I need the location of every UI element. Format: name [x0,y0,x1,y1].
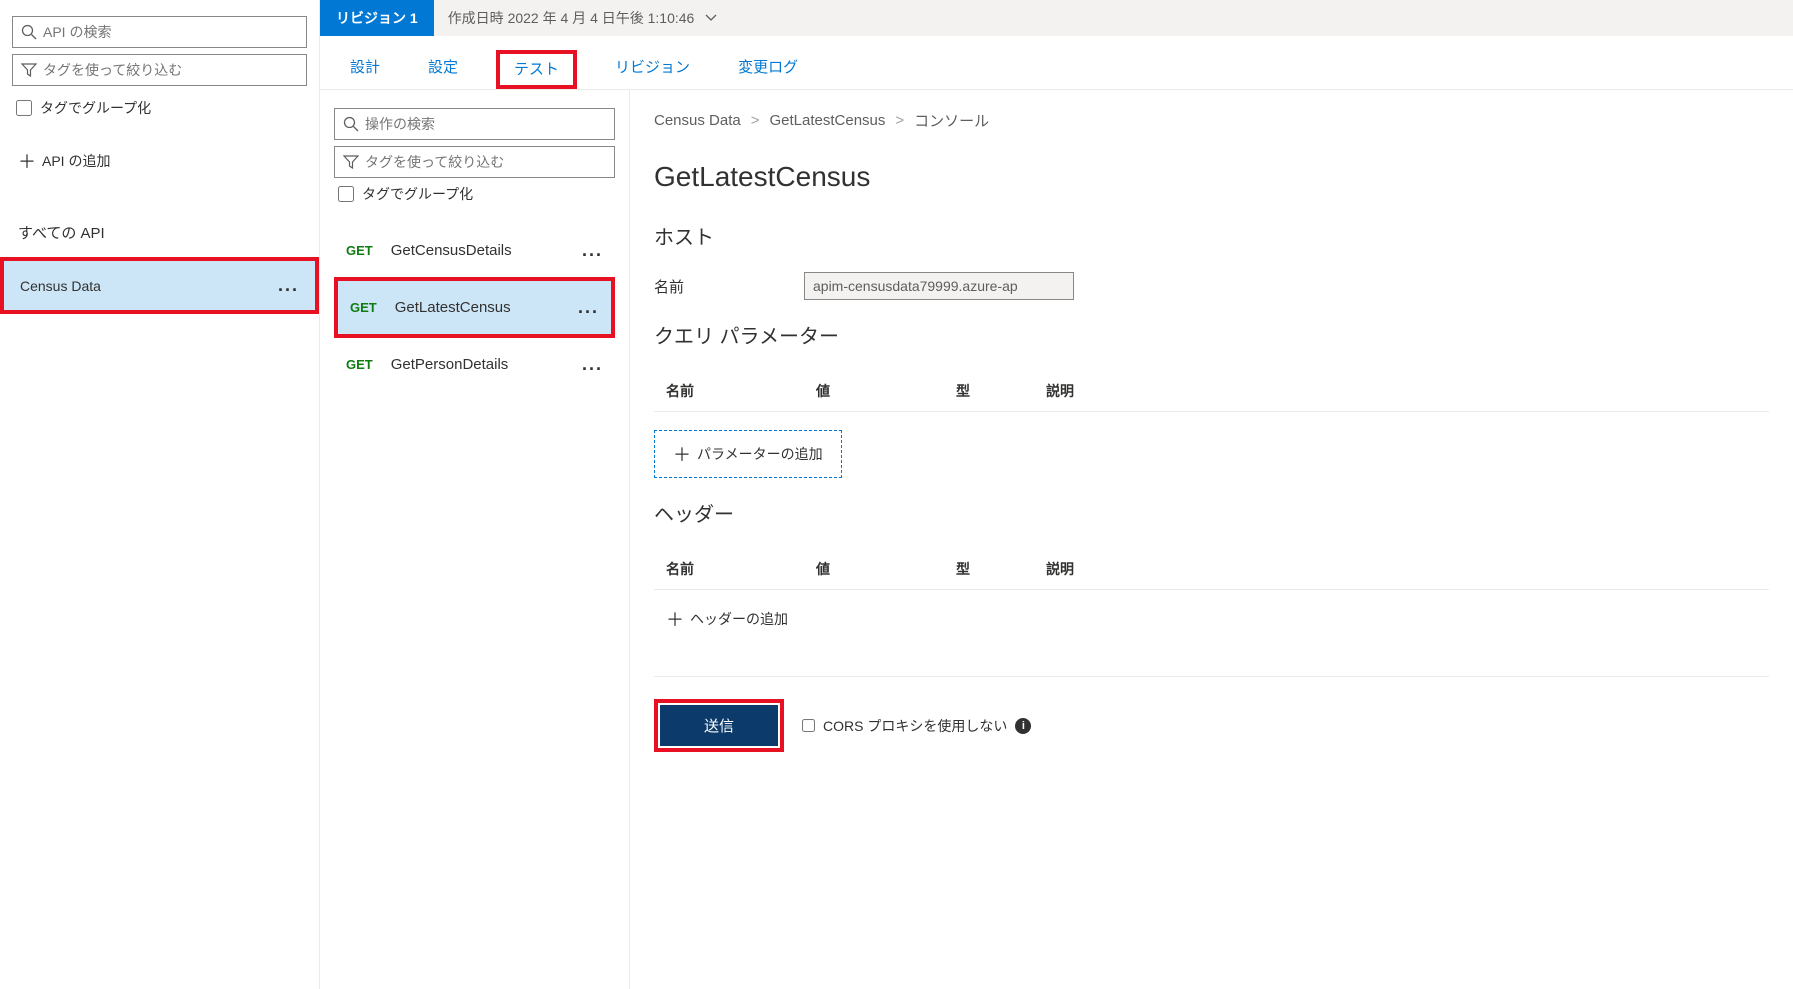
add-api-button[interactable]: ＋ API の追加 [12,138,307,184]
breadcrumb-leaf: コンソール [914,110,989,131]
send-highlight-wrap: 送信 [654,699,784,752]
breadcrumb-sep: > [751,112,760,129]
operation-name: GetCensusDetails [391,242,512,259]
ellipsis-icon[interactable]: ... [582,354,603,375]
add-header-button[interactable]: ＋ ヘッダーの追加 [654,590,1769,648]
content-row: タグでグループ化 GET GetCensusDetails ... GET Ge… [320,90,1793,989]
add-parameter-button[interactable]: ＋ パラメーターの追加 [654,430,842,478]
operation-search-input[interactable] [365,116,606,132]
api-item-label: Census Data [20,278,101,294]
col-type: 型 [956,381,1046,401]
operation-filter-box[interactable] [334,146,615,178]
method-badge: GET [346,243,373,258]
all-apis-label[interactable]: すべての API [12,214,307,257]
operation-item-getpersondetails[interactable]: GET GetPersonDetails ... [334,338,615,391]
host-name-value[interactable]: apim-censusdata79999.azure-ap [804,272,1074,300]
col-name: 名前 [666,559,816,579]
ellipsis-icon[interactable]: ... [278,275,299,296]
search-icon [21,24,37,40]
host-section-title: ホスト [654,221,1769,250]
send-button[interactable]: 送信 [660,705,778,746]
api-search-box[interactable] [12,16,307,48]
header-table-header: 名前 値 型 説明 [654,549,1769,590]
plus-icon: ＋ [666,606,682,632]
bottom-bar: 送信 CORS プロキシを使用しない i [654,676,1769,752]
operation-item-getcensusdetails[interactable]: GET GetCensusDetails ... [334,224,615,277]
group-by-tag-input[interactable] [16,100,32,116]
add-api-label: API の追加 [42,151,110,171]
breadcrumb: Census Data > GetLatestCensus > コンソール [654,110,1769,131]
op-group-by-tag-input[interactable] [338,186,354,202]
col-name: 名前 [666,381,816,401]
breadcrumb-api[interactable]: Census Data [654,112,741,129]
search-icon [343,116,359,132]
cors-checkbox[interactable] [802,719,815,732]
op-group-by-tag-label: タグでグループ化 [362,184,473,204]
header-section-title: ヘッダー [654,498,1769,527]
group-by-tag-checkbox[interactable]: タグでグループ化 [16,98,307,118]
chevron-down-icon [704,13,718,23]
col-desc: 説明 [1046,559,1757,579]
breadcrumb-sep: > [895,112,904,129]
operation-name: GetPersonDetails [391,356,509,373]
cors-label: CORS プロキシを使用しない [823,716,1007,736]
operation-item-getlatestcensus[interactable]: GET GetLatestCensus ... [334,277,615,338]
ellipsis-icon[interactable]: ... [578,297,599,318]
tab-design[interactable]: 設計 [340,50,390,89]
plus-icon: ＋ [18,148,34,174]
tab-settings[interactable]: 設定 [418,50,468,89]
tab-test[interactable]: テスト [496,50,577,89]
col-type: 型 [956,559,1046,579]
details-column: Census Data > GetLatestCensus > コンソール Ge… [630,90,1793,989]
filter-icon [21,62,37,78]
revision-tag[interactable]: リビジョン 1 [320,0,434,36]
col-value: 値 [816,559,956,579]
host-name-row: 名前 apim-censusdata79999.azure-ap [654,272,1769,300]
revision-bar: リビジョン 1 作成日時 2022 年 4 月 4 日午後 1:10:46 [320,0,1793,36]
tab-revisions[interactable]: リビジョン [605,50,700,89]
add-parameter-label: パラメーターの追加 [697,444,823,464]
api-filter-box[interactable] [12,54,307,86]
cors-checkbox-row[interactable]: CORS プロキシを使用しない i [802,716,1031,736]
name-label: 名前 [654,276,714,297]
tabs: 設計 設定 テスト リビジョン 変更ログ [320,36,1793,90]
breadcrumb-op[interactable]: GetLatestCensus [769,112,885,129]
tab-changelog[interactable]: 変更ログ [728,50,808,89]
col-value: 値 [816,381,956,401]
revision-date-text: 作成日時 2022 年 4 月 4 日午後 1:10:46 [448,8,695,28]
sidebar: タグでグループ化 ＋ API の追加 すべての API Census Data … [0,0,320,989]
method-badge: GET [346,357,373,372]
query-section-title: クエリ パラメーター [654,320,1769,349]
operations-column: タグでグループ化 GET GetCensusDetails ... GET Ge… [320,90,630,989]
api-search-input[interactable] [43,24,298,40]
ellipsis-icon[interactable]: ... [582,240,603,261]
op-group-by-tag-checkbox[interactable]: タグでグループ化 [338,184,615,204]
operation-name: GetLatestCensus [395,299,511,316]
group-by-tag-label: タグでグループ化 [40,98,151,118]
main-area: リビジョン 1 作成日時 2022 年 4 月 4 日午後 1:10:46 設計… [320,0,1793,989]
revision-date[interactable]: 作成日時 2022 年 4 月 4 日午後 1:10:46 [434,8,733,28]
query-table-header: 名前 値 型 説明 [654,371,1769,412]
operation-search-box[interactable] [334,108,615,140]
operation-filter-input[interactable] [365,154,606,170]
add-header-label: ヘッダーの追加 [690,609,788,629]
plus-icon: ＋ [673,441,689,467]
sidebar-item-census-data[interactable]: Census Data ... [0,257,319,314]
api-filter-input[interactable] [43,62,298,78]
filter-icon [343,154,359,170]
info-icon[interactable]: i [1015,718,1031,734]
page-title: GetLatestCensus [654,161,1769,193]
method-badge: GET [350,300,377,315]
col-desc: 説明 [1046,381,1757,401]
